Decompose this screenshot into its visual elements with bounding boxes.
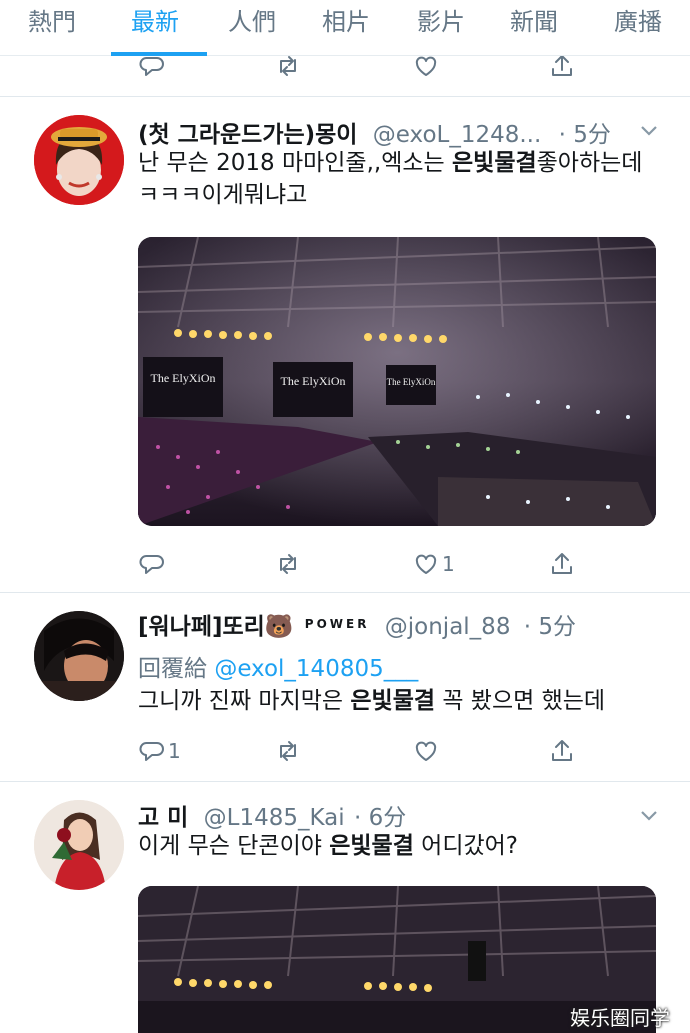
tweet-menu-button[interactable] [638, 119, 660, 141]
share-icon [552, 553, 572, 574]
screen-text: The ElyXiOn [387, 377, 436, 387]
screen-text: The ElyXiOn [151, 371, 216, 385]
tweet-text-part: 난 무슨 2018 마마인줄,,엑소는 [138, 150, 452, 176]
tweet-text-part: 그니까 진짜 마지막은 [138, 688, 351, 714]
like-button[interactable] [412, 735, 442, 767]
retweet-button[interactable] [274, 735, 304, 767]
tab-hot[interactable]: 熱門 [28, 6, 76, 46]
avatar[interactable] [34, 611, 124, 701]
tweet-text-part: 이게 무슨 단콘이야 [138, 833, 330, 859]
user-handle[interactable]: @exoL_1248... [373, 122, 542, 148]
tweet-3[interactable]: 고 미 @L1485_Kai · 6分 이게 무슨 단콘이야 은빛물결 어디갔어… [0, 782, 690, 1033]
display-name[interactable]: (첫 그라운드가는)몽이 [138, 122, 357, 148]
share-icon [552, 55, 572, 76]
timestamp[interactable]: · 6分 [354, 805, 406, 831]
display-name-badge: POWER [304, 617, 370, 631]
chevron-down-icon [641, 811, 657, 821]
reply-label: 回覆給 [138, 656, 207, 682]
concert-photo: The ElyXiOn The ElyXiOn The ElyXiOn [138, 237, 656, 526]
like-button[interactable]: 1 [412, 548, 455, 580]
heart-icon [415, 56, 437, 76]
user-handle[interactable]: @L1485_Kai [204, 805, 345, 831]
reply-icon [139, 57, 164, 76]
reply-handle[interactable]: @exol_140805___ [214, 656, 418, 682]
tweet-text-bold: 은빛물결 [350, 688, 436, 714]
reply-count: 1 [168, 739, 181, 763]
avatar[interactable] [34, 800, 124, 890]
tweet-text-part: 어디갔어? [413, 833, 519, 859]
tab-broadcasts[interactable]: 廣播 [614, 6, 662, 46]
tab-bar: 熱門 最新 人們 相片 影片 新聞 廣播 [0, 0, 690, 56]
watermark: 娱乐圈同学 [570, 1006, 670, 1030]
tweet-actions: 1 [0, 729, 690, 773]
heart-icon [415, 741, 437, 761]
tweet-2[interactable]: [워나페]또리🐻 POWER @jonjal_88 · 5分 回覆給 @exol… [0, 593, 690, 781]
tweet-menu-button[interactable] [638, 804, 660, 826]
tweet-header: 고 미 @L1485_Kai · 6分 [138, 798, 406, 832]
share-button[interactable] [548, 548, 576, 580]
user-handle[interactable]: @jonjal_88 [385, 614, 511, 640]
tweet-header: [워나페]또리🐻 POWER @jonjal_88 · 5分 [138, 607, 576, 641]
tweet-text-bold: 은빛물결 [329, 833, 414, 859]
retweet-icon [280, 741, 296, 761]
screen-text: The ElyXiOn [281, 374, 346, 388]
tweet-header: (첫 그라운드가는)몽이 @exoL_1248... · 5分 [138, 115, 611, 149]
tweet-text-part: 꼭 봤으면 했는데 [435, 688, 606, 714]
retweet-icon [280, 554, 296, 574]
retweet-icon [280, 56, 296, 76]
tweet-actions: 1 [0, 542, 690, 586]
reply-button[interactable]: 1 [138, 735, 181, 767]
tweet-text: 난 무슨 2018 마마인줄,,엑소는 은빛물결좋아하는데 ㅋㅋㅋ이게뭐냐고 [138, 147, 658, 211]
avatar-image [34, 115, 124, 205]
like-count: 1 [442, 552, 455, 576]
tweet-text: 그니까 진짜 마지막은 은빛물결 꼭 봤으면 했는데 [138, 685, 658, 717]
tab-latest[interactable]: 最新 [131, 6, 179, 46]
display-name[interactable]: [워나페]또리🐻 [138, 614, 293, 640]
tweet-text: 이게 무슨 단콘이야 은빛물결 어디갔어? [138, 830, 658, 862]
display-name[interactable]: 고 미 [138, 805, 188, 831]
avatar[interactable] [34, 115, 124, 205]
reply-icon [139, 555, 164, 574]
tab-news[interactable]: 新聞 [510, 6, 558, 46]
share-button[interactable] [548, 735, 576, 767]
reply-context: 回覆給 @exol_140805___ [138, 649, 418, 683]
reply-icon [139, 742, 164, 761]
tab-videos[interactable]: 影片 [417, 6, 465, 46]
chevron-down-icon [641, 126, 657, 136]
retweet-button[interactable] [274, 548, 304, 580]
tweet-media-image[interactable]: The ElyXiOn The ElyXiOn The ElyXiOn [138, 237, 656, 526]
active-tab-indicator [111, 52, 207, 56]
tab-people[interactable]: 人們 [228, 6, 276, 46]
share-icon [552, 740, 572, 761]
timestamp[interactable]: · 5分 [559, 122, 611, 148]
tweet-1[interactable]: (첫 그라운드가는)몽이 @exoL_1248... · 5分 난 무슨 201… [0, 97, 690, 592]
reply-button[interactable] [138, 548, 168, 580]
avatar-image [34, 800, 124, 890]
tweet-text-bold: 은빛물결 [452, 150, 537, 176]
avatar-image [34, 611, 124, 701]
timestamp[interactable]: · 5分 [524, 614, 576, 640]
heart-icon [415, 554, 437, 574]
tab-photos[interactable]: 相片 [322, 6, 370, 46]
